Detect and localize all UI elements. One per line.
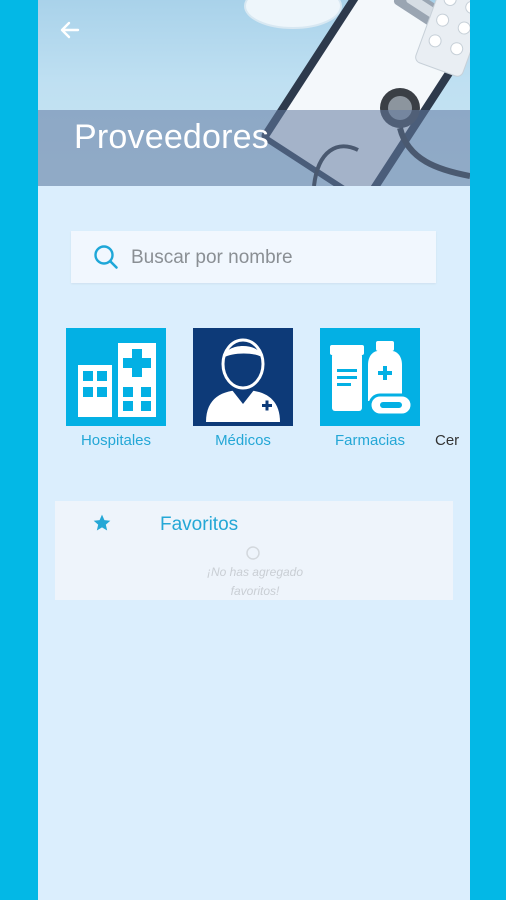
category-label: Médicos <box>215 432 271 449</box>
category-hospitales[interactable]: Hospitales <box>66 328 166 449</box>
header-banner: Proveedores <box>38 0 470 186</box>
favorites-title: Favoritos <box>160 514 239 535</box>
category-label: Farmacias <box>334 432 405 449</box>
search-input[interactable] <box>129 231 428 285</box>
category-label: Hospitales <box>80 432 152 449</box>
page-title: Proveedores <box>74 118 269 156</box>
doctor-tile <box>193 328 293 426</box>
back-button[interactable] <box>56 16 84 44</box>
search-icon <box>94 245 118 269</box>
category-carousel[interactable]: Hospitales Médicos Farmacias Cer <box>66 328 470 458</box>
category-medicos[interactable]: Médicos <box>193 328 293 449</box>
app-screen: Proveedores Buscar por nombre Hospitales… <box>38 0 470 900</box>
category-label: Cer <box>435 432 460 449</box>
pharmacy-tile <box>320 328 420 426</box>
favorites-empty-message: ¡No has agregado favoritos! <box>206 565 304 598</box>
hospital-icon <box>78 343 156 417</box>
pharmacy-icon <box>330 341 414 417</box>
category-partial[interactable]: Cer <box>435 328 470 449</box>
star-icon <box>93 514 111 531</box>
empty-state-icon <box>246 546 260 560</box>
search-bar[interactable] <box>71 231 436 285</box>
doctor-icon <box>206 338 280 422</box>
arrow-left-icon <box>60 21 80 39</box>
category-farmacias[interactable]: Farmacias <box>320 328 420 449</box>
favorites-card: Favoritos ¡No has agregado favoritos! <box>55 501 453 600</box>
hospital-tile <box>66 328 166 426</box>
